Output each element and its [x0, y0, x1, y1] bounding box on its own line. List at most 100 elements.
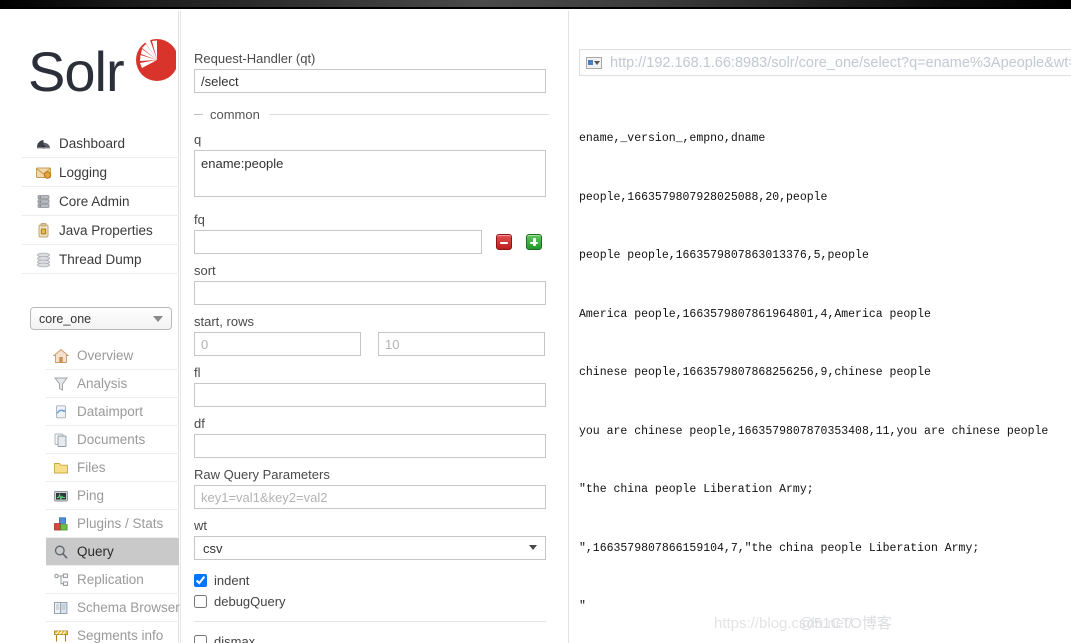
q-input[interactable]: ename:people [194, 150, 546, 197]
sidebar-item-ping[interactable]: Ping [46, 482, 179, 510]
home-icon [52, 347, 70, 365]
sidebar-item-thread-dump[interactable]: Thread Dump [22, 245, 179, 274]
sidebar-item-label: Logging [59, 164, 108, 180]
core-selector-dropdown[interactable]: core_one [30, 307, 172, 330]
chevron-down-icon [153, 315, 163, 322]
fq-field: fq [194, 212, 549, 254]
legend-rule [268, 114, 549, 115]
documents-icon [52, 431, 70, 449]
start-input[interactable] [194, 332, 361, 356]
csv-line: chinese people,1663579807868256256,9,chi… [579, 366, 931, 379]
sidebar-item-label: Analysis [77, 376, 128, 391]
add-fq-button[interactable] [526, 234, 542, 250]
indent-row[interactable]: indent [194, 570, 568, 591]
sidebar-item-dashboard[interactable]: Dashboard [22, 129, 179, 158]
sidebar-item-label: Overview [77, 348, 134, 363]
fl-label: fl [194, 365, 201, 380]
csv-line: ",1663579807866159104,7,"the china peopl… [579, 541, 980, 555]
raw-query-parameters-input[interactable] [194, 485, 546, 509]
sort-input[interactable] [194, 281, 546, 305]
results-panel: http://192.168.1.66:8983/solr/core_one/s… [568, 11, 1071, 643]
sidebar-item-label: Plugins / Stats [77, 516, 164, 531]
request-handler-input[interactable] [194, 69, 546, 93]
sidebar-item-dataimport[interactable]: Dataimport [46, 398, 179, 426]
result-url-text: http://192.168.1.66:8983/solr/core_one/s… [610, 54, 1071, 71]
indent-label: indent [214, 573, 250, 588]
sidebar-item-label: Ping [77, 488, 105, 503]
magnifier-icon [52, 543, 70, 561]
request-handler-label: Request-Handler (qt) [194, 51, 316, 66]
sidebar-item-label: Segments info [77, 628, 164, 643]
rows-input[interactable] [378, 332, 545, 356]
sidebar-item-label: Query [77, 544, 114, 559]
csv-line: ename,_version_,empno,dname [579, 132, 766, 145]
sidebar-item-documents[interactable]: Documents [46, 426, 179, 454]
fq-input[interactable] [194, 230, 482, 254]
sidebar-item-logging[interactable]: Logging [22, 158, 179, 187]
solr-admin-page: Solr Dashboard Logging Core Admin Java P… [0, 0, 1071, 643]
sidebar-item-label: Core Admin [59, 193, 130, 209]
query-form-panel: Request-Handler (qt) common q ename:peop… [180, 11, 568, 643]
request-handler-field: Request-Handler (qt) [194, 51, 549, 93]
sidebar-item-files[interactable]: Files [46, 454, 179, 482]
sidebar-item-java-properties[interactable]: Java Properties [22, 216, 179, 245]
core-selector-value: core_one [39, 311, 92, 326]
external-link-icon [586, 56, 602, 69]
common-legend: common [194, 107, 549, 122]
debug-query-checkbox[interactable] [194, 595, 207, 608]
solr-logo[interactable]: Solr [26, 33, 176, 105]
sidebar-item-schema-browser[interactable]: Schema Browser [46, 594, 180, 622]
minus-icon [500, 241, 508, 245]
sidebar-item-core-admin[interactable]: Core Admin [22, 187, 179, 216]
sidebar-item-plugins-stats[interactable]: Plugins / Stats [46, 510, 179, 538]
replication-icon [52, 571, 70, 589]
csv-line: America people,1663579807861964801,4,Ame… [579, 307, 931, 321]
debug-query-row[interactable]: debugQuery [194, 591, 568, 612]
q-field: q ename:people [194, 132, 549, 202]
segments-icon [52, 627, 70, 643]
sidebar-item-segments-info[interactable]: Segments info [46, 622, 179, 643]
plus-icon-v [533, 238, 536, 247]
fq-row [194, 230, 549, 254]
sidebar-item-analysis[interactable]: Analysis [46, 370, 179, 398]
common-legend-label: common [210, 107, 260, 122]
sidebar: Solr Dashboard Logging Core Admin Java P… [0, 11, 180, 643]
sidebar-item-replication[interactable]: Replication [46, 566, 179, 594]
result-url-bar[interactable]: http://192.168.1.66:8983/solr/core_one/s… [579, 49, 1071, 76]
dismax-row[interactable]: dismax [194, 631, 568, 643]
fl-input[interactable] [194, 383, 546, 407]
sidebar-item-label: Files [77, 460, 106, 475]
remove-fq-button[interactable] [496, 234, 512, 250]
sidebar-item-overview[interactable]: Overview [46, 342, 179, 370]
sort-label: sort [194, 263, 216, 278]
csv-line: you are chinese people,16635798078703534… [579, 424, 1049, 438]
csv-line: people,1663579807928025088,20,people [579, 190, 828, 204]
start-rows-row [194, 332, 549, 356]
sidebar-item-label: Schema Browser [77, 600, 180, 615]
df-input[interactable] [194, 434, 546, 458]
logging-icon [34, 163, 52, 181]
sidebar-item-label: Dashboard [59, 135, 126, 151]
df-field: df [194, 416, 549, 458]
plugins-icon [52, 515, 70, 533]
sidebar-core-nav: Overview Analysis Dataimport Documents F… [46, 342, 180, 643]
raw-query-parameters-label: Raw Query Parameters [194, 467, 330, 482]
dismax-checkbox[interactable] [194, 635, 207, 643]
wt-select[interactable]: csv [194, 536, 546, 560]
raw-query-parameters-field: Raw Query Parameters [194, 467, 549, 509]
funnel-icon [52, 375, 70, 393]
sidebar-item-label: Replication [77, 572, 144, 587]
window-top-bar [0, 0, 1071, 9]
dataimport-icon [52, 403, 70, 421]
sidebar-top-nav: Dashboard Logging Core Admin Java Proper… [22, 129, 179, 274]
wt-field: wt csv [194, 518, 549, 560]
csv-line: people people,1663579807863013376,5,peop… [579, 249, 869, 262]
fq-label: fq [194, 212, 205, 227]
sort-field: sort [194, 263, 549, 305]
svg-text:Solr: Solr [28, 40, 124, 103]
sidebar-item-query[interactable]: Query [46, 538, 179, 566]
core-admin-icon [34, 192, 52, 210]
indent-checkbox[interactable] [194, 574, 207, 587]
folder-icon [52, 459, 70, 477]
wt-label: wt [194, 518, 207, 533]
